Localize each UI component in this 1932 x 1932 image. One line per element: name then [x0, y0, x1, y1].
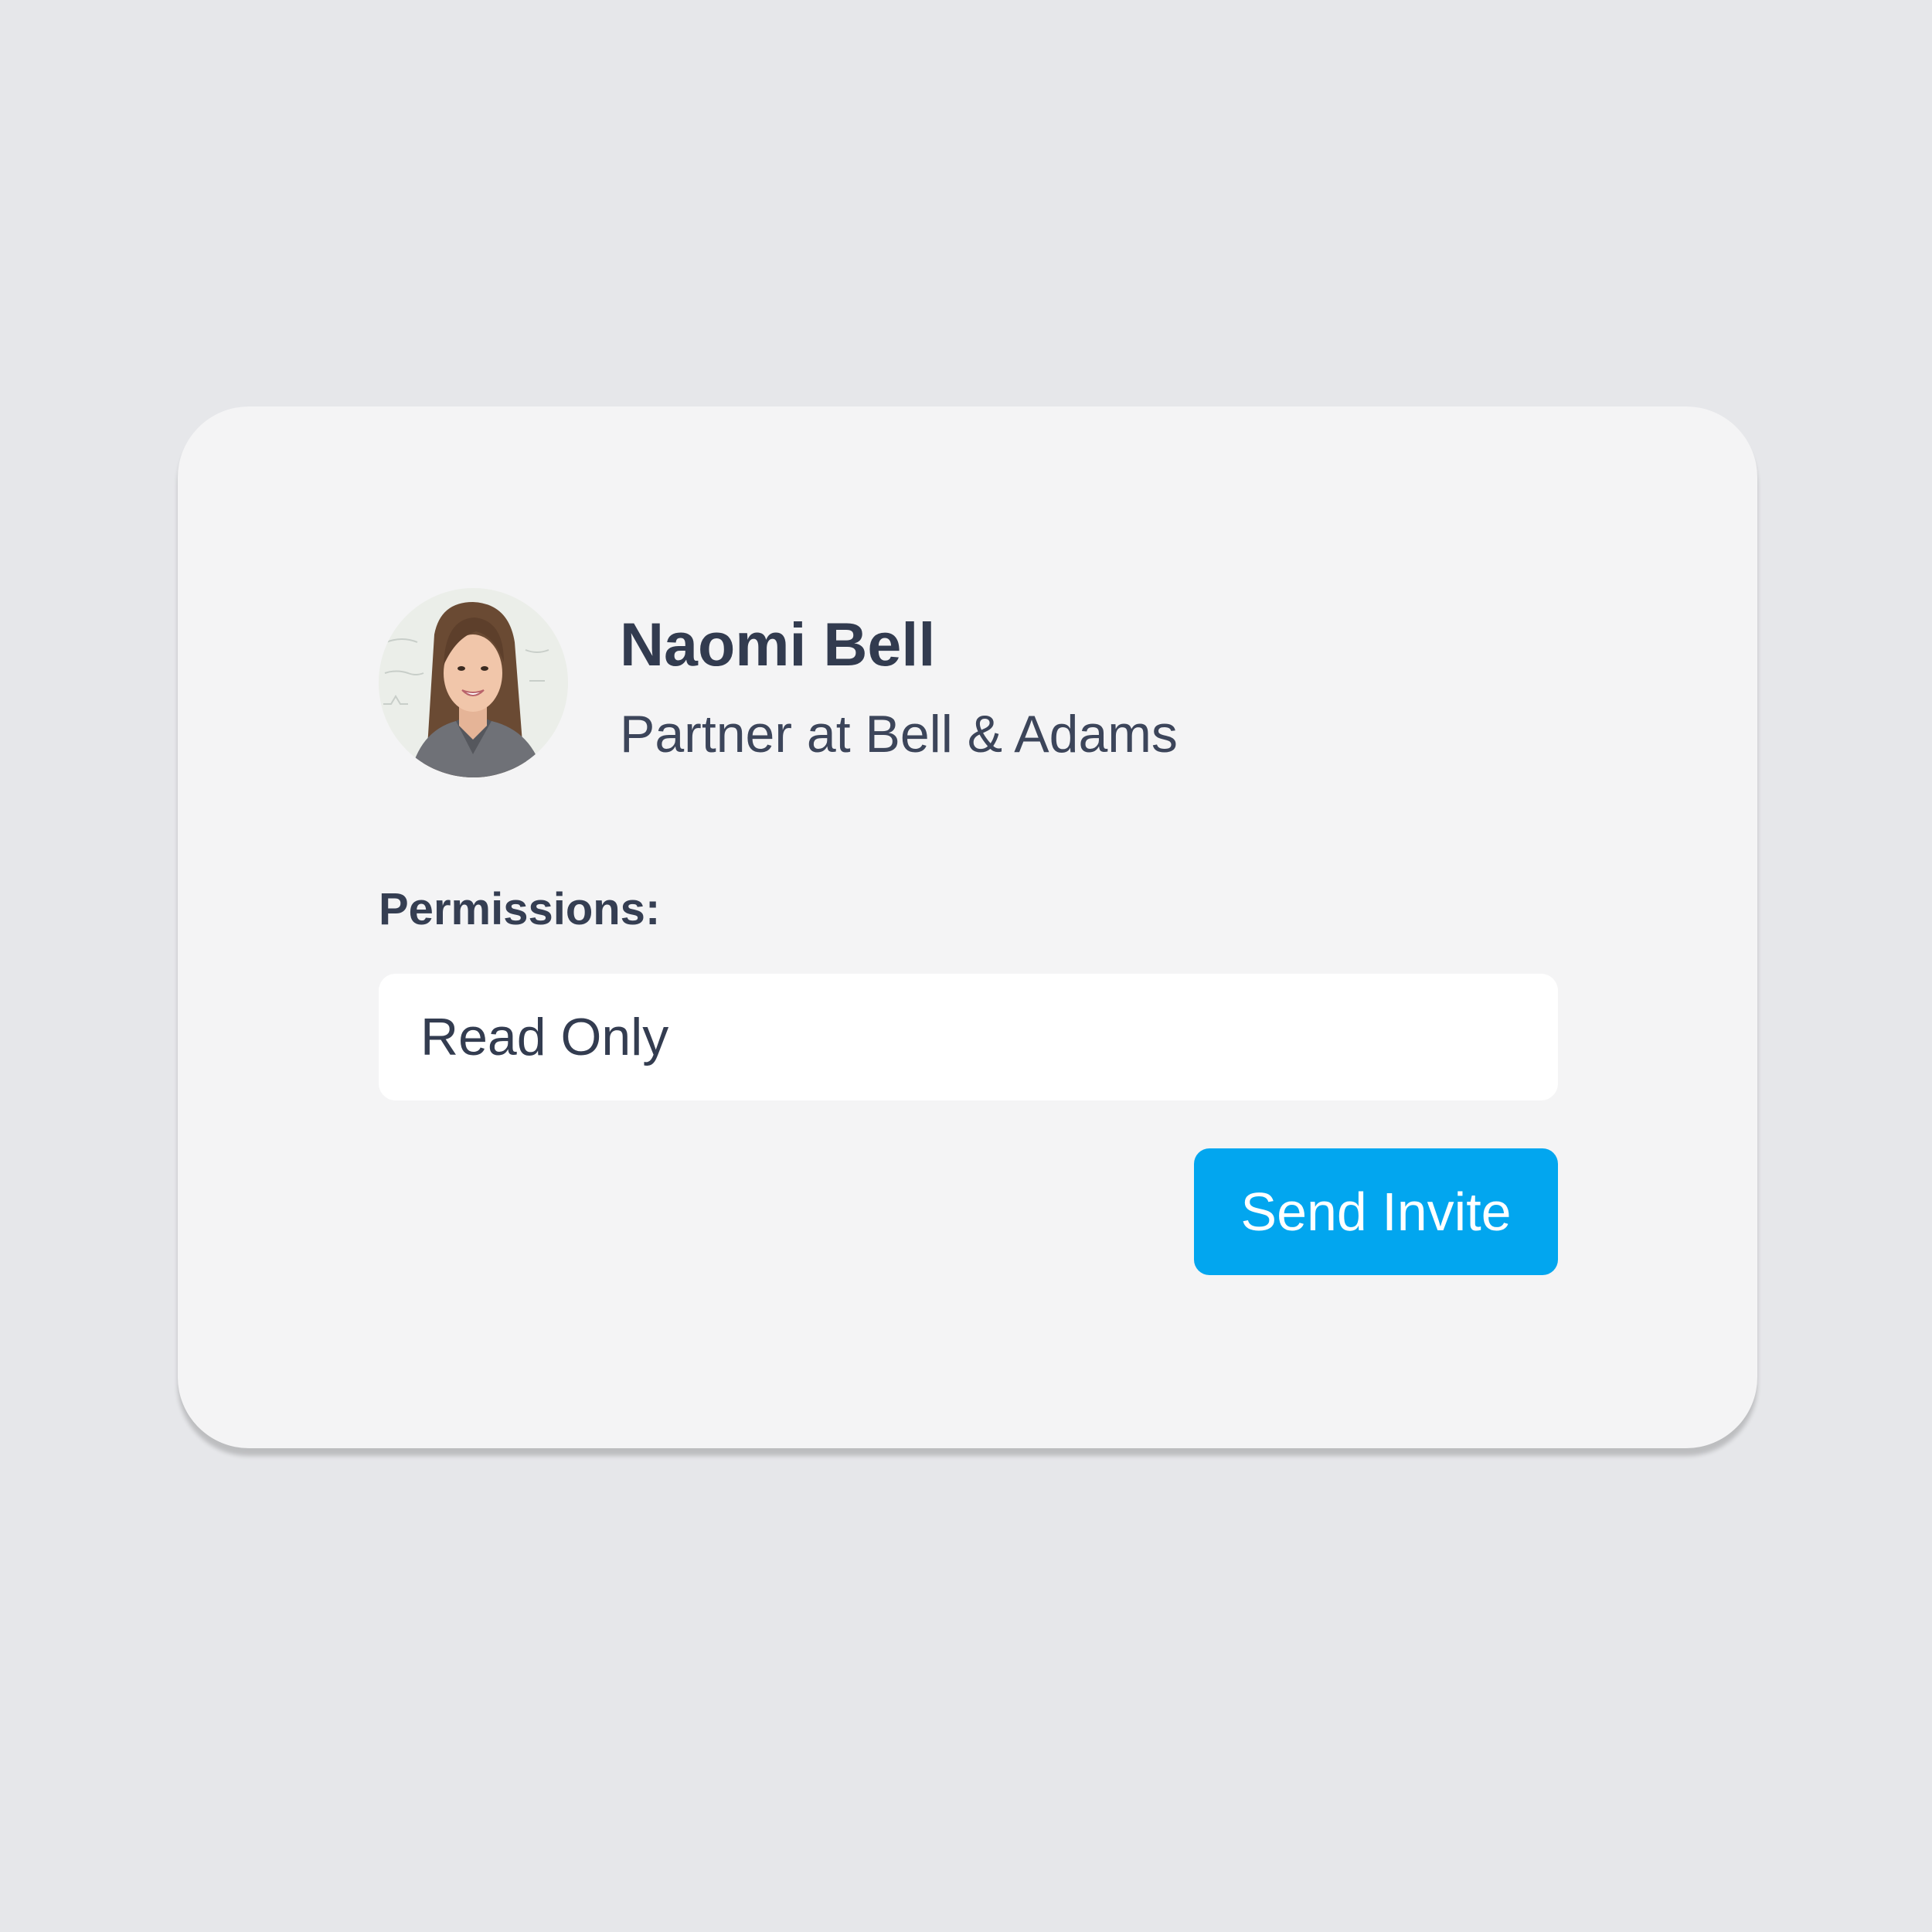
user-name: Naomi Bell	[620, 610, 936, 679]
avatar	[379, 588, 568, 777]
avatar-photo	[379, 588, 568, 777]
user-title: Partner at Bell & Adams	[620, 705, 1178, 764]
permissions-value: Read Only	[420, 1008, 669, 1066]
invite-card: Naomi Bell Partner at Bell & Adams Permi…	[178, 406, 1757, 1448]
send-invite-button[interactable]: Send Invite	[1194, 1148, 1558, 1275]
permissions-label: Permissions:	[379, 884, 661, 934]
send-invite-label: Send Invite	[1240, 1182, 1512, 1242]
permissions-field[interactable]: Read Only	[379, 974, 1558, 1100]
